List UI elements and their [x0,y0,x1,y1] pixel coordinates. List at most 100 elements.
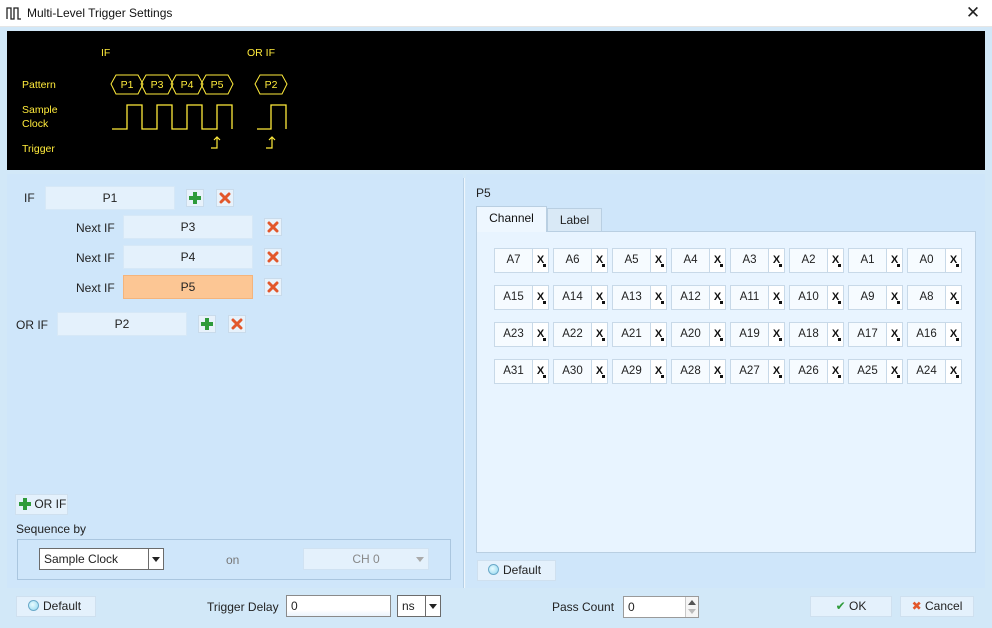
close-icon[interactable]: ✕ [962,2,984,24]
sequence-source-select[interactable]: Sample Clock [39,548,164,570]
tab-label[interactable]: Label [547,208,602,232]
channel-cell: A16 X [907,322,962,347]
channel-state-toggle[interactable]: X [945,248,962,273]
remove-next-if-button[interactable] [264,218,282,236]
channel-state-toggle[interactable]: X [827,322,844,347]
sequence-channel-select: CH 0 [303,548,429,570]
channel-state-toggle[interactable]: X [827,359,844,384]
channel-name: A14 [553,285,592,310]
channel-state-toggle[interactable]: X [768,248,785,273]
channel-state-toggle[interactable]: X [768,359,785,384]
channel-state-toggle[interactable]: X [650,285,667,310]
remove-or-if-button[interactable] [228,315,246,333]
pass-count-stepper[interactable]: 0 [623,596,699,618]
channel-state-toggle[interactable]: X [886,285,903,310]
channel-state-toggle[interactable]: X [709,285,726,310]
tab-channel[interactable]: Channel [476,206,547,232]
channel-state-toggle[interactable]: X [768,322,785,347]
wave-sample-clock-trace [112,104,233,130]
channel-name: A23 [494,322,533,347]
channel-state-toggle[interactable]: X [532,285,549,310]
channel-cell: A8 X [907,285,962,310]
channel-cell: A19 X [730,322,785,347]
channel-cell: A18 X [789,322,844,347]
channel-cell: A10 X [789,285,844,310]
channel-name: A24 [907,359,946,384]
channel-state-toggle[interactable]: X [886,359,903,384]
ok-button[interactable]: ✔ OK [810,596,892,617]
remove-if-button[interactable] [216,189,234,207]
pane-splitter[interactable] [463,178,465,588]
channel-name: A15 [494,285,533,310]
delete-icon [267,251,279,263]
channel-name: A17 [848,322,887,347]
channel-state-toggle[interactable]: X [591,285,608,310]
channel-state-toggle[interactable]: X [591,359,608,384]
pass-count-value: 0 [628,600,635,614]
if-pattern-p1[interactable]: P1 [45,186,175,210]
channel-name: A29 [612,359,651,384]
channel-cell: A12 X [671,285,726,310]
cancel-label: Cancel [925,599,963,613]
channel-state-toggle[interactable]: X [650,322,667,347]
channel-state-toggle[interactable]: X [709,359,726,384]
channel-cell: A14 X [553,285,608,310]
next-if-pattern-p3[interactable]: P3 [123,215,253,239]
or-if-pattern-p2[interactable]: P2 [57,312,187,336]
channel-cell: A1 X [848,248,903,273]
ok-label: OK [849,599,867,613]
sequence-channel-value: CH 0 [352,552,380,566]
pass-count-label: Pass Count [552,600,615,614]
channel-state-toggle[interactable]: X [945,285,962,310]
next-if-pattern-p5-selected[interactable]: P5 [123,275,253,299]
wave-trigger-marker [211,136,221,149]
pattern-default-button[interactable]: Default [477,560,556,581]
chevron-down-icon [425,596,440,616]
channel-name: A11 [730,285,769,310]
pattern-editor-title: P5 [476,186,491,200]
channel-state-toggle[interactable]: X [945,359,962,384]
plus-icon [201,318,213,330]
wave-row-clock: Clock [22,118,49,130]
pass-count-spin[interactable] [685,597,698,617]
channel-state-toggle[interactable]: X [591,322,608,347]
delete-icon [231,318,243,330]
channel-state-toggle[interactable]: X [827,285,844,310]
channel-cell: A17 X [848,322,903,347]
channel-state-toggle[interactable]: X [827,248,844,273]
add-or-if-label: OR IF [34,497,67,511]
channel-state-toggle[interactable]: X [945,322,962,347]
remove-next-if-button[interactable] [264,248,282,266]
default-button[interactable]: Default [16,596,96,617]
channel-state-toggle[interactable]: X [650,248,667,273]
channel-state-toggle[interactable]: X [650,359,667,384]
channel-state-toggle[interactable]: X [886,322,903,347]
channel-cell: A15 X [494,285,549,310]
trigger-delay-input[interactable]: 0 [286,595,391,617]
or-if-label: OR IF [16,318,48,332]
channel-cell: A24 X [907,359,962,384]
channel-cell: A26 X [789,359,844,384]
add-or-if-button[interactable]: OR IF [15,494,68,515]
trigger-delay-unit-select[interactable]: ns [397,595,441,617]
channel-name: A3 [730,248,769,273]
channel-name: A9 [848,285,887,310]
channel-name: A7 [494,248,533,273]
channel-name: A22 [553,322,592,347]
wave-pattern-p5: P5 [211,79,224,91]
channel-state-toggle[interactable]: X [532,322,549,347]
channel-state-toggle[interactable]: X [532,359,549,384]
cancel-button[interactable]: ✖ Cancel [900,596,974,617]
channel-state-toggle[interactable]: X [709,322,726,347]
remove-next-if-button[interactable] [264,278,282,296]
add-or-next-if-button[interactable] [198,315,216,333]
add-next-if-button[interactable] [186,189,204,207]
next-if-pattern-p4[interactable]: P4 [123,245,253,269]
channel-state-toggle[interactable]: X [591,248,608,273]
channel-state-toggle[interactable]: X [532,248,549,273]
channel-name: A27 [730,359,769,384]
channel-state-toggle[interactable]: X [886,248,903,273]
channel-state-toggle[interactable]: X [709,248,726,273]
channel-state-toggle[interactable]: X [768,285,785,310]
channel-name: A30 [553,359,592,384]
